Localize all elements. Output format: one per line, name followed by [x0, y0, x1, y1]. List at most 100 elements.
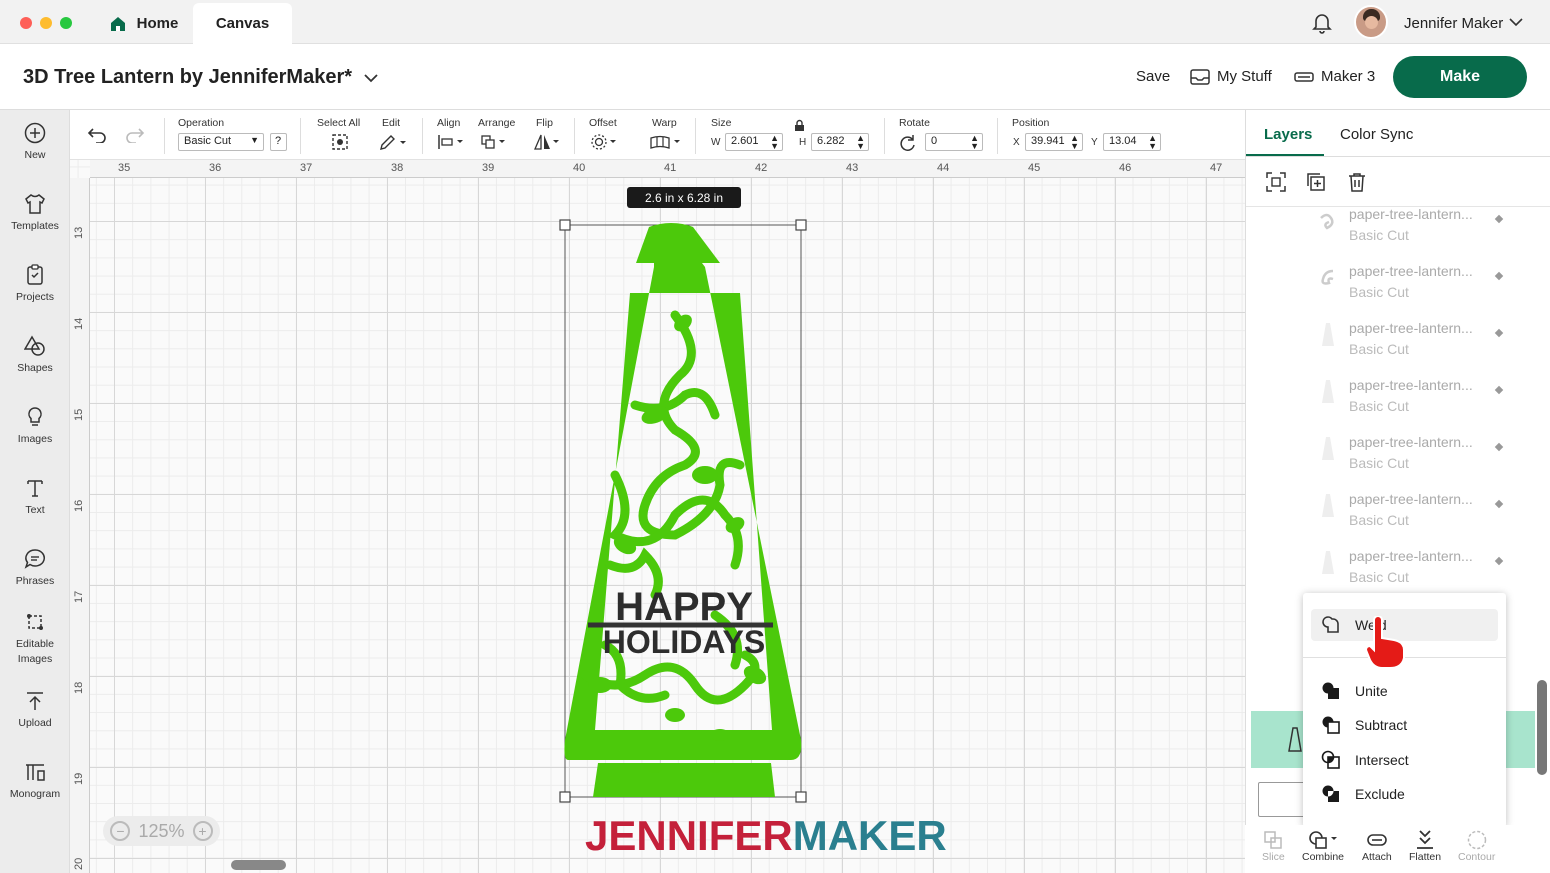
maximize-window-button[interactable]	[60, 17, 72, 29]
layer-visibility-icon[interactable]	[1494, 499, 1504, 509]
sidebar-item-label: Projects	[16, 291, 54, 303]
my-stuff-button[interactable]: My Stuff	[1190, 68, 1272, 85]
layer-thumbnail-icon	[1321, 269, 1334, 285]
warp-icon[interactable]	[650, 134, 682, 150]
attach-button[interactable]: Attach	[1362, 829, 1392, 863]
menu-item-exclude[interactable]: Exclude	[1311, 778, 1498, 810]
tab-canvas[interactable]: Canvas	[193, 3, 292, 44]
make-button[interactable]: Make	[1393, 56, 1527, 98]
sidebar-item-monogram[interactable]: Monogram	[0, 761, 70, 802]
sidebar-item-templates[interactable]: Templates	[0, 193, 70, 234]
zoom-out-button[interactable]: −	[110, 821, 131, 841]
sidebar-item-editable-images[interactable]: Editable Images	[0, 611, 70, 667]
sidebar-item-label: Phrases	[15, 575, 55, 587]
tree-lantern-design[interactable]: HAPPY HOLIDAYS	[555, 215, 815, 807]
flatten-button[interactable]: Flatten	[1409, 829, 1441, 863]
layer-row[interactable]: paper-tree-lantern... Basic Cut	[1246, 318, 1536, 375]
tab-home[interactable]: Home	[96, 3, 191, 44]
duplicate-icon[interactable]	[1306, 172, 1326, 192]
x-position-input[interactable]: 39.941 ▲ ▼	[1025, 133, 1083, 151]
layer-visibility-icon[interactable]	[1494, 214, 1504, 224]
ruler-tick-label: 15	[73, 408, 85, 421]
toolbar-separator	[422, 118, 423, 154]
zoom-in-button[interactable]: +	[192, 821, 213, 841]
sidebar-item-upload[interactable]: Upload	[0, 690, 70, 731]
lock-icon[interactable]	[794, 119, 805, 132]
layer-row[interactable]: paper-tree-lantern... Basic Cut	[1246, 375, 1536, 432]
bell-icon[interactable]	[1312, 12, 1332, 34]
save-button[interactable]: Save	[1136, 68, 1170, 85]
layer-visibility-icon[interactable]	[1494, 385, 1504, 395]
undo-icon[interactable]	[87, 127, 107, 143]
sidebar-item-projects[interactable]: Projects	[0, 264, 70, 305]
chevron-down-icon[interactable]	[1509, 17, 1523, 27]
layer-row[interactable]: paper-tree-lantern... Basic Cut	[1246, 204, 1536, 261]
resize-handle[interactable]	[795, 791, 807, 803]
design-text-holidays: HOLIDAYS	[603, 624, 765, 660]
layer-visibility-icon[interactable]	[1494, 442, 1504, 452]
menu-item-unite[interactable]: Unite	[1311, 675, 1498, 707]
layer-input-box[interactable]	[1258, 782, 1308, 817]
trash-icon[interactable]	[1347, 172, 1367, 192]
layer-visibility-icon[interactable]	[1494, 271, 1504, 281]
layer-row[interactable]: paper-tree-lantern... Basic Cut	[1246, 261, 1536, 318]
redo-icon[interactable]	[125, 127, 145, 143]
layer-visibility-icon[interactable]	[1494, 328, 1504, 338]
operation-label: Operation	[178, 117, 225, 129]
help-button[interactable]: ?	[270, 133, 287, 151]
height-input[interactable]: 6.282 ▲ ▼	[811, 133, 869, 151]
stepper-icon[interactable]: ▲ ▼	[770, 134, 779, 151]
sidebar-item-label: Images	[17, 433, 53, 445]
avatar[interactable]	[1354, 5, 1388, 39]
layer-row[interactable]: paper-tree-lantern... Basic Cut	[1246, 432, 1536, 489]
minimize-window-button[interactable]	[40, 17, 52, 29]
select-all-icon[interactable]	[331, 133, 349, 151]
layer-thumbnail-icon	[1322, 437, 1334, 460]
layer-type: Basic Cut	[1349, 512, 1409, 528]
user-name[interactable]: Jennifer Maker	[1404, 15, 1503, 32]
tab-color-sync[interactable]: Color Sync	[1340, 126, 1413, 143]
layer-name: paper-tree-lantern...	[1349, 206, 1473, 222]
sidebar-item-new[interactable]: New	[0, 122, 70, 163]
sidebar-item-shapes[interactable]: Shapes	[0, 335, 70, 376]
contour-button[interactable]: Contour	[1458, 829, 1495, 863]
combine-button[interactable]: Combine	[1302, 829, 1344, 863]
stepper-icon[interactable]: ▲ ▼	[970, 134, 979, 151]
width-input[interactable]: 2.601 ▲ ▼	[725, 133, 783, 151]
pencil-icon[interactable]	[379, 133, 407, 151]
offset-icon[interactable]	[590, 133, 618, 151]
stepper-icon[interactable]: ▲ ▼	[1070, 134, 1079, 151]
sidebar-item-text[interactable]: Text	[0, 477, 70, 518]
horizontal-scrollbar[interactable]	[231, 860, 286, 870]
edit-label: Edit	[382, 117, 401, 129]
align-icon[interactable]	[437, 134, 465, 150]
sidebar-item-images[interactable]: Images	[0, 406, 70, 447]
rotate-input[interactable]: 0 ▲ ▼	[925, 133, 983, 151]
panel-scrollbar[interactable]	[1537, 680, 1547, 775]
menu-item-subtract[interactable]: Subtract	[1311, 709, 1498, 741]
close-window-button[interactable]	[20, 17, 32, 29]
slice-icon	[1264, 831, 1283, 849]
slice-button[interactable]: Slice	[1262, 829, 1285, 863]
operation-select[interactable]: Basic Cut ▼	[178, 133, 264, 151]
group-icon[interactable]	[1266, 172, 1286, 192]
monogram-icon	[26, 764, 45, 781]
project-title[interactable]: 3D Tree Lantern by JenniferMaker*	[23, 66, 378, 89]
stepper-icon[interactable]: ▲ ▼	[1148, 134, 1157, 151]
arrange-icon[interactable]	[480, 134, 508, 150]
menu-item-intersect[interactable]: Intersect	[1311, 744, 1498, 776]
layer-visibility-icon[interactable]	[1494, 556, 1504, 566]
layer-name: paper-tree-lantern...	[1349, 320, 1473, 336]
sidebar-item-phrases[interactable]: Phrases	[0, 548, 70, 589]
stepper-icon[interactable]: ▲ ▼	[856, 134, 865, 151]
layer-row[interactable]: paper-tree-lantern... Basic Cut	[1246, 489, 1536, 546]
flip-icon[interactable]	[533, 133, 561, 151]
resize-handle[interactable]	[795, 219, 807, 231]
resize-handle[interactable]	[559, 219, 571, 231]
ruler-tick-label: 38	[391, 162, 404, 174]
y-position-input[interactable]: 13.04 ▲ ▼	[1103, 133, 1161, 151]
resize-handle[interactable]	[559, 791, 571, 803]
machine-button[interactable]: Maker 3	[1294, 68, 1375, 85]
edit-toolbar: Operation Basic Cut ▼ ? Select All Edit …	[70, 110, 1245, 160]
tab-layers[interactable]: Layers	[1264, 126, 1312, 143]
